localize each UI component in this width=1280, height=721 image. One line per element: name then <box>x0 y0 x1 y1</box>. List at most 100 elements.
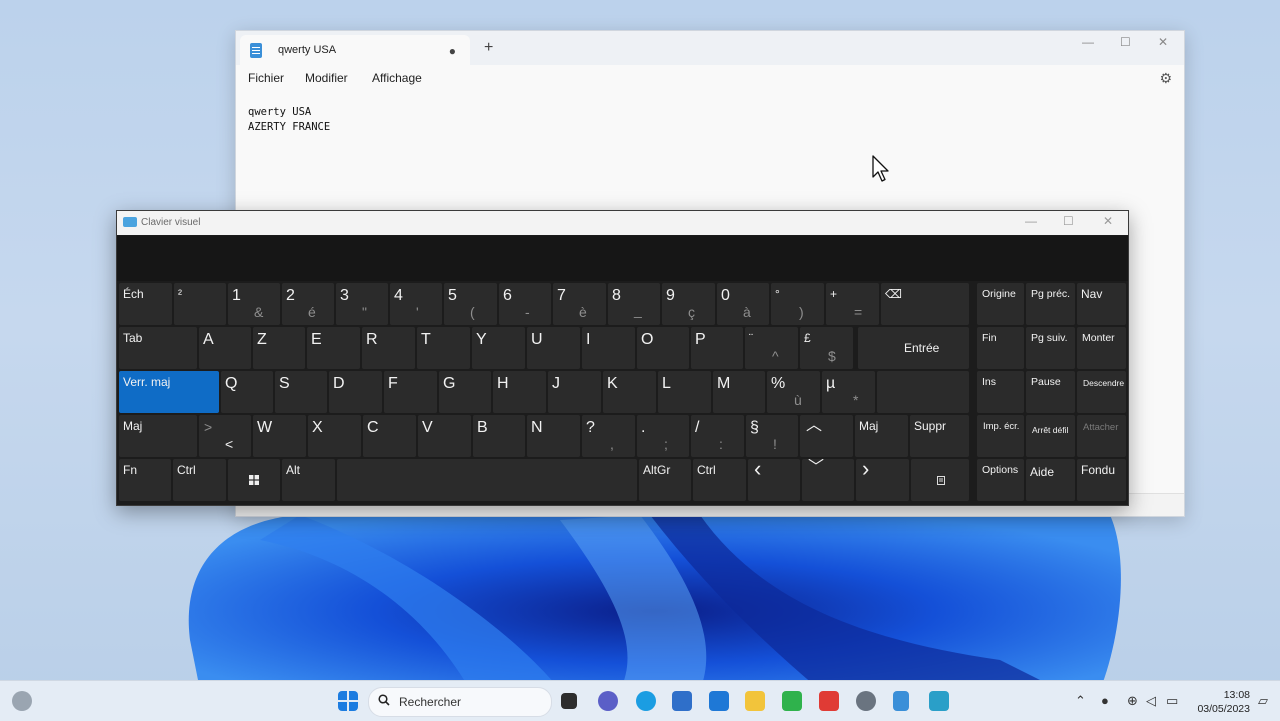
key-1[interactable]: 1 & <box>228 283 280 325</box>
key-plus[interactable]: + = <box>826 283 879 325</box>
key-z[interactable]: Z <box>253 327 305 369</box>
key-esc[interactable]: Éch <box>119 283 172 325</box>
key-pause[interactable]: Pause <box>1026 371 1075 413</box>
key-0[interactable]: 0à <box>717 283 769 325</box>
key-4[interactable]: 4 ' <box>390 283 442 325</box>
key-alt[interactable]: Alt <box>282 459 335 501</box>
mail-icon[interactable] <box>709 691 729 711</box>
start-icon[interactable] <box>338 691 358 711</box>
battery-icon[interactable]: ▭ <box>1166 693 1178 709</box>
key-caps-lock[interactable]: Verr. maj <box>119 371 219 413</box>
key-3[interactable]: 3 " <box>336 283 388 325</box>
key-e[interactable]: E <box>307 327 360 369</box>
key-g[interactable]: G <box>439 371 491 413</box>
key-t[interactable]: T <box>417 327 470 369</box>
app-green-icon[interactable] <box>782 691 802 711</box>
chevron-up-icon[interactable]: ⌃ <box>1075 693 1086 709</box>
key-sup2[interactable]: ² <box>174 283 226 325</box>
key-p[interactable]: P <box>691 327 743 369</box>
key-options[interactable]: Options <box>977 459 1024 501</box>
widgets-icon[interactable] <box>12 691 32 711</box>
volume-icon[interactable]: ◁ <box>1146 693 1156 709</box>
key-question[interactable]: ?, <box>582 415 635 457</box>
new-tab-button[interactable]: + <box>484 39 493 57</box>
key-enter[interactable]: Entrée <box>858 327 969 369</box>
maximize-icon[interactable]: ☐ <box>1120 35 1131 49</box>
key-o[interactable]: O <box>637 327 689 369</box>
key-home[interactable]: Origine <box>977 283 1024 325</box>
key-degree[interactable]: °) <box>771 283 824 325</box>
key-arrow-up[interactable]: ︿ <box>800 415 853 457</box>
menu-view[interactable]: Affichage <box>372 71 422 85</box>
key-x[interactable]: X <box>308 415 361 457</box>
task-view-icon[interactable] <box>561 693 577 709</box>
key-slash[interactable]: /: <box>691 415 744 457</box>
key-h[interactable]: H <box>493 371 546 413</box>
key-move-down[interactable]: Descendre <box>1077 371 1126 413</box>
key-space[interactable] <box>337 459 637 501</box>
key-shift-right[interactable]: Maj <box>855 415 908 457</box>
key-7[interactable]: 7è <box>553 283 606 325</box>
globe-icon[interactable]: ⊕ <box>1127 693 1138 709</box>
key-tab[interactable]: Tab <box>119 327 197 369</box>
key-v[interactable]: V <box>418 415 471 457</box>
key-windows[interactable] <box>228 459 280 501</box>
key-d[interactable]: D <box>329 371 382 413</box>
key-5[interactable]: 5( <box>444 283 497 325</box>
gear-icon[interactable]: ⚙ <box>1159 70 1172 87</box>
key-help[interactable]: Aide <box>1026 459 1075 501</box>
key-section[interactable]: §! <box>746 415 798 457</box>
key-ctrl-right[interactable]: Ctrl <box>693 459 746 501</box>
key-q[interactable]: Q <box>221 371 273 413</box>
key-l[interactable]: L <box>658 371 711 413</box>
key-u[interactable]: U <box>527 327 580 369</box>
minimize-icon[interactable]: — <box>1082 35 1094 49</box>
key-arrow-right[interactable]: › <box>856 459 909 501</box>
key-a[interactable]: A <box>199 327 251 369</box>
keyboard-taskbar-icon[interactable] <box>929 691 949 711</box>
notepad-tab[interactable]: qwerty USA ● <box>240 35 470 65</box>
maximize-icon[interactable]: ☐ <box>1063 214 1074 228</box>
unsaved-dot-icon[interactable]: ● <box>449 44 456 58</box>
store-icon[interactable] <box>672 691 692 711</box>
key-less-than[interactable]: > < <box>199 415 251 457</box>
key-fn[interactable]: Fn <box>119 459 171 501</box>
key-m[interactable]: M <box>713 371 765 413</box>
minimize-icon[interactable]: — <box>1025 214 1037 228</box>
search-input[interactable]: Rechercher <box>368 687 552 717</box>
app-red-icon[interactable] <box>819 691 839 711</box>
key-shift-left[interactable]: Maj <box>119 415 197 457</box>
key-y[interactable]: Y <box>472 327 525 369</box>
key-page-down[interactable]: Pg suiv. <box>1026 327 1075 369</box>
key-delete[interactable]: Suppr <box>910 415 969 457</box>
edge-icon[interactable] <box>636 691 656 711</box>
key-percent[interactable]: % ù <box>767 371 820 413</box>
notepad-taskbar-icon[interactable] <box>893 691 909 711</box>
key-altgr[interactable]: AltGr <box>639 459 691 501</box>
key-mu[interactable]: µ * <box>822 371 875 413</box>
key-2[interactable]: 2é <box>282 283 334 325</box>
key-b[interactable]: B <box>473 415 525 457</box>
key-k[interactable]: K <box>603 371 656 413</box>
key-9[interactable]: 9ç <box>662 283 715 325</box>
key-j[interactable]: J <box>548 371 601 413</box>
key-backspace[interactable]: ⌫ <box>881 283 969 325</box>
key-arrow-down[interactable]: ﹀ <box>802 459 854 501</box>
notification-icon[interactable]: ▱ <box>1258 693 1268 709</box>
key-n[interactable]: N <box>527 415 580 457</box>
key-w[interactable]: W <box>253 415 306 457</box>
clock[interactable]: 13:08 03/05/2023 <box>1190 688 1250 716</box>
key-f[interactable]: F <box>384 371 437 413</box>
folder-icon[interactable] <box>745 691 765 711</box>
close-icon[interactable]: ✕ <box>1103 214 1113 228</box>
key-move-up[interactable]: Monter <box>1077 327 1126 369</box>
menu-file[interactable]: Fichier <box>248 71 284 85</box>
microphone-icon[interactable]: ● <box>1101 693 1109 708</box>
settings-icon[interactable] <box>856 691 876 711</box>
key-6[interactable]: 6- <box>499 283 551 325</box>
key-page-up[interactable]: Pg préc. <box>1026 283 1075 325</box>
key-trema[interactable]: ¨ ^ <box>745 327 798 369</box>
key-nav[interactable]: Nav <box>1077 283 1126 325</box>
key-i[interactable]: I <box>582 327 635 369</box>
key-dock[interactable]: Attacher <box>1077 415 1126 457</box>
